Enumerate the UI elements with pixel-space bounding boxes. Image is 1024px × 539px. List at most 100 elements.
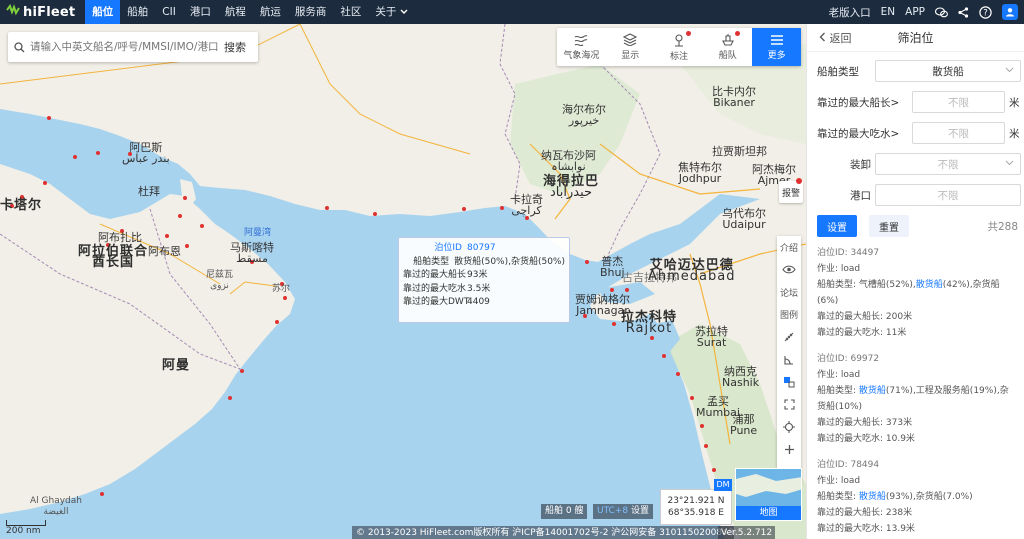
nav-item-shipping[interactable]: 航运 (253, 0, 288, 24)
berth-max-length: 靠过的最大船长: 200米 (817, 312, 913, 322)
label-city-nawabshah: 纳瓦布沙阿 نوابشاہ (541, 149, 596, 173)
mark-tool-button[interactable]: 标注 (655, 28, 704, 66)
nav-item-cii[interactable]: CII (155, 0, 183, 24)
nav-item-position[interactable]: 船位 (85, 0, 121, 24)
filter-port: 港口 不限 (807, 183, 1024, 207)
coordinate-format-toggle[interactable]: DM (714, 479, 732, 491)
port-marker[interactable] (325, 206, 329, 210)
max-draft-input[interactable]: 不限 (912, 122, 1005, 144)
pin-icon (674, 33, 683, 47)
label-city-sohar: 阿布恩 (148, 245, 181, 258)
tooltip-row: 船舶类型 散货船(50%),杂货船(50%) (403, 256, 565, 270)
language-en-link[interactable]: EN (876, 6, 901, 18)
user-avatar-icon[interactable] (1002, 4, 1018, 20)
port-marker[interactable] (200, 224, 204, 228)
more-tool-label: 更多 (767, 50, 786, 61)
port-marker[interactable] (185, 244, 189, 248)
apply-button[interactable]: 设置 (817, 215, 857, 237)
display-tool-button[interactable]: 显示 (606, 28, 655, 66)
timezone-set-link[interactable]: 设置 (631, 506, 649, 516)
reset-button[interactable]: 重置 (869, 215, 909, 237)
port-marker[interactable] (625, 288, 629, 292)
list-item[interactable]: 泊位ID: 69972 作业: load 船舶类型: 散货船(71%),工程及服… (817, 351, 1016, 447)
old-version-link[interactable]: 老版入口 (824, 5, 876, 20)
port-marker[interactable] (240, 369, 244, 373)
port-marker[interactable] (650, 336, 654, 340)
port-marker[interactable] (100, 492, 104, 496)
port-marker[interactable] (662, 354, 666, 358)
share-icon[interactable] (956, 5, 970, 19)
logo[interactable]: hiFleet (0, 0, 85, 24)
back-button[interactable]: 返回 (819, 30, 852, 46)
port-marker[interactable] (183, 196, 187, 200)
nav-item-ports[interactable]: 港口 (183, 0, 218, 24)
port-marker[interactable] (712, 468, 716, 472)
port-marker[interactable] (585, 260, 589, 264)
port-marker[interactable] (500, 206, 504, 210)
berth-max-draft: 靠过的最大吃水: 10.9米 (817, 434, 915, 444)
weather-tool-button[interactable]: 气象海况 (557, 28, 606, 66)
forum-button[interactable]: 论坛 (777, 281, 801, 304)
legend-button[interactable]: 图例 (777, 304, 801, 327)
eye-toggle-button[interactable] (777, 259, 801, 282)
fullscreen-button[interactable] (777, 394, 801, 417)
nav-item-voyage[interactable]: 航程 (218, 0, 253, 24)
more-tool-button[interactable]: 更多 (752, 28, 801, 66)
locate-button[interactable] (777, 416, 801, 439)
list-item[interactable]: 泊位ID: 78494 作业: load 船舶类型: 散货船(93%),杂货船(… (817, 457, 1016, 537)
port-marker[interactable] (462, 207, 466, 211)
tooltip-value: 3.5米 (467, 283, 491, 294)
port-marker[interactable] (47, 116, 51, 120)
port-marker[interactable] (228, 396, 232, 400)
logo-text: hiFleet (23, 4, 76, 20)
wechat-icon[interactable] (934, 5, 948, 19)
port-marker[interactable] (373, 212, 377, 216)
weather-icon (575, 34, 588, 46)
intro-button[interactable]: 介绍 (777, 236, 801, 259)
area-select-button[interactable] (777, 371, 801, 394)
port-marker[interactable] (612, 322, 616, 326)
zoom-in-button[interactable] (777, 439, 801, 462)
berth-ship-types: 船舶类型: 散货船(71%),工程及服务船(19%),杂货船(10%) (817, 386, 1009, 412)
berth-id: 泊位ID: 69972 (817, 354, 880, 364)
port-marker[interactable] (178, 214, 182, 218)
port-marker[interactable] (73, 155, 77, 159)
load-select[interactable]: 不限 (875, 153, 1021, 175)
max-length-input[interactable]: 不限 (912, 91, 1005, 113)
nav-item-ships[interactable]: 船舶 (120, 0, 155, 24)
port-marker[interactable] (704, 444, 708, 448)
berth-max-draft: 靠过的最大吃水: 13.9米 (817, 524, 915, 534)
basemap-switcher[interactable]: 地图 (735, 468, 802, 521)
port-marker[interactable] (610, 288, 614, 292)
nav-item-community[interactable]: 社区 (333, 0, 368, 24)
port-marker[interactable] (275, 320, 279, 324)
alarm-button[interactable]: 报警 (779, 178, 803, 203)
ship-type-select[interactable]: 散货船 (875, 60, 1021, 82)
app-link[interactable]: APP (900, 6, 930, 18)
search-bar: 搜索 (8, 32, 258, 62)
tooltip-row: 泊位ID 80797 (403, 242, 565, 256)
search-button[interactable]: 搜索 (218, 39, 252, 55)
ruler-button[interactable] (777, 326, 801, 349)
help-icon[interactable]: ? (978, 5, 992, 19)
nav-item-providers[interactable]: 服务商 (288, 0, 334, 24)
port-input[interactable]: 不限 (875, 184, 1021, 206)
port-marker[interactable] (283, 296, 287, 300)
map-canvas[interactable]: 阿巴斯 بندر عباس 卡塔尔 杜拜 阿布扎比 阿拉伯联合 酋长国 阿布恩 马… (0, 24, 806, 539)
port-marker[interactable] (700, 424, 704, 428)
fleet-tool-button[interactable]: 船队 (703, 28, 752, 66)
port-marker[interactable] (690, 396, 694, 400)
label-state-rajasthan: 拉贾斯坦邦 (712, 145, 767, 158)
label-city-nashik: 纳西克 Nashik (722, 365, 760, 389)
angle-measure-button[interactable] (777, 349, 801, 372)
svg-text:?: ? (983, 8, 988, 18)
list-item[interactable]: 泊位ID: 34497 作业: load 船舶类型: 气槽船(52%),散货船(… (817, 245, 1016, 341)
port-marker[interactable] (165, 234, 169, 238)
tooltip-row: 靠过的最大吃水 3.5米 (403, 283, 565, 297)
label-city-bikaner: 比卡内尔 Bikaner (712, 85, 756, 109)
search-input[interactable] (30, 41, 218, 53)
port-marker[interactable] (96, 151, 100, 155)
nav-item-about[interactable]: 关于 (368, 0, 414, 24)
port-marker[interactable] (676, 372, 680, 376)
port-marker[interactable] (43, 181, 47, 185)
